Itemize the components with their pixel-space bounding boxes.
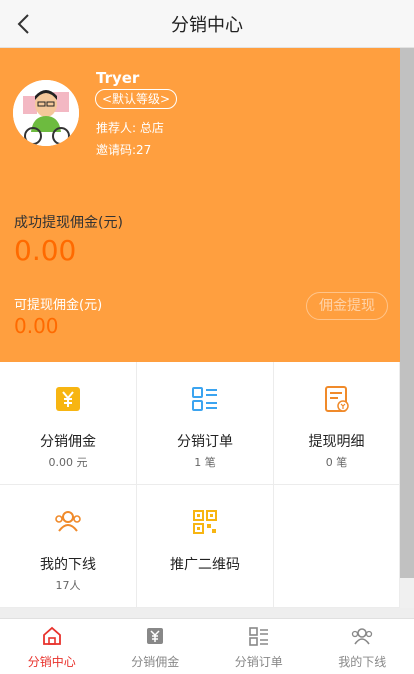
profile-header: Tryer <默认等级> 推荐人: 总店 邀请码:27 成功提现佣金(元) 0.…: [0, 48, 400, 362]
withdraw-commission-button[interactable]: 佣金提现: [306, 292, 388, 320]
avatar[interactable]: [13, 80, 79, 146]
grid-item-commission[interactable]: 分销佣金 0.00 元: [0, 362, 137, 485]
scrollbar-thumb[interactable]: [400, 48, 414, 578]
distribution-center-page: 分销中心 Tryer <默认等级> 推荐人: 总店 邀请码:27 成功提现佣金(…: [0, 0, 414, 674]
grid-item-qrcode[interactable]: 推广二维码: [137, 485, 274, 608]
grid-item-value: 17人: [55, 579, 81, 592]
tab-label: 分销订单: [234, 655, 283, 669]
grid-item-label: 我的下线: [40, 557, 96, 573]
grid-item-value: 0.00 元: [48, 456, 88, 469]
grid-item-orders[interactable]: 分销订单 1 笔: [137, 362, 274, 485]
referrer-text: 推荐人: 总店: [96, 121, 164, 135]
tab-label: 分销佣金: [131, 655, 180, 669]
success-commission-label: 成功提现佣金(元): [14, 215, 123, 231]
available-commission-label: 可提现佣金(元): [14, 298, 103, 313]
page-title: 分销中心: [171, 14, 243, 36]
bottom-tab-bar: 分销中心 分销佣金 分销订单 我的下线: [0, 618, 414, 674]
yen-icon: [144, 625, 166, 647]
grid-item-value: 0 笔: [325, 456, 348, 469]
grid-item-withdraw-detail[interactable]: 提现明细 0 笔: [274, 362, 400, 485]
team-icon: [53, 507, 83, 537]
qrcode-icon: [190, 507, 220, 537]
grid-item-downline[interactable]: 我的下线 17人: [0, 485, 137, 608]
grid-item-label: 分销佣金: [40, 434, 96, 450]
scrollbar[interactable]: [400, 48, 414, 618]
grid-item-value: 1 笔: [194, 456, 216, 469]
grid-item-label: 推广二维码: [170, 557, 240, 573]
feature-grid: 分销佣金 0.00 元 分销订单 1 笔 提现明细 0 笔 我的下线 17人 推…: [0, 362, 400, 608]
tab-label: 分销中心: [27, 655, 76, 669]
level-badge: <默认等级>: [95, 89, 178, 109]
tab-label: 我的下线: [338, 655, 387, 669]
order-list-icon: [248, 625, 270, 647]
grid-item-empty: [274, 485, 400, 608]
home-icon: [41, 625, 63, 647]
nav-bar: 分销中心: [0, 0, 414, 48]
user-name: Tryer: [96, 69, 140, 87]
grid-item-label: 分销订单: [177, 434, 233, 450]
grid-item-label: 提现明细: [308, 434, 365, 450]
withdraw-detail-icon: [322, 384, 352, 414]
tab-distribution-center[interactable]: 分销中心: [0, 619, 104, 674]
team-icon: [351, 625, 373, 647]
success-commission-value: 0.00: [14, 234, 77, 267]
chevron-left-icon: [17, 14, 29, 34]
order-list-icon: [190, 384, 220, 414]
invite-code-text: 邀请码:27: [96, 143, 152, 157]
yen-icon: [53, 384, 83, 414]
available-commission-value: 0.00: [14, 314, 59, 338]
tab-orders[interactable]: 分销订单: [207, 619, 311, 674]
tab-commission[interactable]: 分销佣金: [104, 619, 208, 674]
tab-downline[interactable]: 我的下线: [311, 619, 414, 674]
back-button[interactable]: [10, 10, 36, 38]
avatar-image: [13, 80, 79, 146]
divider: [0, 608, 414, 618]
